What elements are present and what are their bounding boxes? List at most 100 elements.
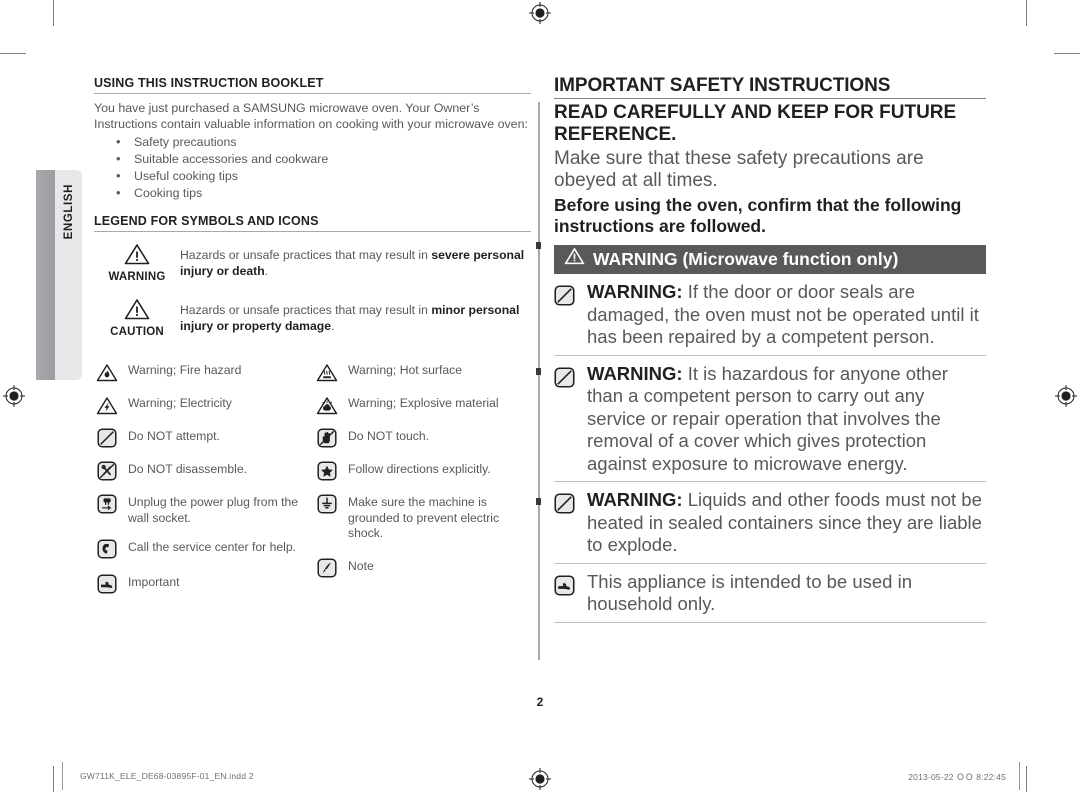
fire-hazard-icon [94, 360, 120, 384]
footer-filename: GW711K_ELE_DE68-03895F-01_EN.indd 2 [80, 771, 254, 781]
important-hand-icon [554, 571, 580, 601]
list-item: Warning; Fire hazard [94, 360, 314, 384]
warning-item: WARNING: If the door or door seals are d… [554, 274, 986, 356]
list-item: Suitable accessories and cookware [116, 150, 534, 168]
do-not-disassemble-icon [94, 459, 120, 483]
page-number: 2 [536, 695, 544, 709]
list-item: Do NOT touch. [314, 426, 529, 450]
unplug-power-icon [94, 492, 120, 516]
legend-text-warning: Hazards or unsafe practices that may res… [180, 242, 534, 279]
column-divider [538, 102, 540, 660]
call-service-center-icon [94, 537, 120, 561]
legend-text-tail: . [331, 318, 335, 333]
warning-item-body: This appliance is intended to be used in… [587, 570, 912, 615]
list-item: Useful cooking tips [116, 167, 534, 185]
legend-key-label: CAUTION [110, 326, 164, 338]
electricity-hazard-icon [94, 393, 120, 417]
warning-triangle-icon [124, 244, 150, 269]
legend-key-warning: WARNING [94, 242, 180, 283]
language-tab-label-wrap: ENGLISH [55, 170, 82, 380]
list-item: Cooking tips [116, 184, 534, 202]
warning-item-text: WARNING: It is hazardous for anyone othe… [580, 363, 986, 476]
do-not-attempt-icon [554, 489, 580, 519]
column-divider-tick [536, 498, 541, 505]
list-item: Make sure the machine is grounded to pre… [314, 492, 529, 542]
symbol-label: Call the service center for help. [128, 540, 296, 554]
crop-mark-bottom-left-vertical [53, 766, 54, 792]
registration-mark-left [3, 385, 25, 407]
list-item: Call the service center for help. [94, 537, 314, 561]
list-item: Important [94, 572, 314, 596]
do-not-attempt-icon [554, 281, 580, 311]
list-item: Follow directions explicitly. [314, 459, 529, 483]
symbol-icon-column-left: Warning; Fire hazard Warning; Electricit… [94, 360, 314, 605]
warning-banner-label: WARNING (Microwave function only) [593, 249, 899, 269]
intro-paragraph: You have just purchased a SAMSUNG microw… [94, 101, 528, 131]
list-item: Do NOT attempt. [94, 426, 314, 450]
legend-key-label: WARNING [108, 271, 166, 283]
list-item: Do NOT disassemble. [94, 459, 314, 483]
page-title: IMPORTANT SAFETY INSTRUCTIONS [554, 74, 986, 99]
legend-text-caution: Hazards or unsafe practices that may res… [180, 297, 534, 334]
symbol-label: Warning; Electricity [128, 396, 232, 410]
safety-confirm-text: Before using the oven, confirm that the … [554, 195, 962, 236]
warning-item-text: This appliance is intended to be used in… [580, 571, 986, 616]
legend-row-caution: CAUTION Hazards or unsafe practices that… [94, 297, 534, 338]
crop-mark-top-left-vertical [53, 0, 54, 26]
crop-mark-top-left-horizontal [0, 53, 26, 54]
follow-directions-icon [314, 459, 340, 483]
list-item: Warning; Explosive material [314, 393, 529, 417]
symbol-label: Do NOT disassemble. [128, 462, 247, 476]
column-divider-tick [536, 242, 541, 249]
symbol-label: Warning; Fire hazard [128, 363, 242, 377]
registration-mark-top [529, 2, 551, 24]
crop-mark-top-right-vertical [1026, 0, 1027, 26]
symbol-label: Make sure the machine is grounded to pre… [348, 495, 500, 540]
symbol-icon-grid: Warning; Fire hazard Warning; Electricit… [94, 360, 534, 605]
note-pen-icon [314, 556, 340, 580]
symbol-label: Important [128, 575, 180, 589]
crop-mark-top-right-horizontal [1054, 53, 1080, 54]
footer-rule-left [62, 762, 63, 790]
warning-item-text: WARNING: Liquids and other foods must no… [580, 489, 986, 557]
do-not-attempt-icon [554, 363, 580, 393]
explosive-material-icon [314, 393, 340, 417]
symbol-label: Do NOT attempt. [128, 429, 220, 443]
legend-row-warning: WARNING Hazards or unsafe practices that… [94, 242, 534, 283]
legend-key-caution: CAUTION [94, 297, 180, 338]
warning-item: This appliance is intended to be used in… [554, 564, 986, 623]
left-column: USING THIS INSTRUCTION BOOKLET You have … [94, 76, 534, 605]
registration-mark-bottom [529, 768, 551, 790]
language-tab-label: ENGLISH [62, 184, 75, 240]
section-heading-legend: LEGEND FOR SYMBOLS AND ICONS [94, 214, 531, 232]
warning-banner: WARNING (Microwave function only) [554, 245, 986, 274]
section-heading-using-booklet: USING THIS INSTRUCTION BOOKLET [94, 76, 531, 94]
legend-text-plain: Hazards or unsafe practices that may res… [180, 303, 432, 317]
booklet-contents-list: Safety precautions Suitable accessories … [94, 133, 534, 202]
right-column: IMPORTANT SAFETY INSTRUCTIONS READ CAREF… [554, 74, 986, 623]
list-item: Safety precautions [116, 133, 534, 151]
page-subtitle: READ CAREFULLY AND KEEP FOR FUTURE REFER… [554, 102, 957, 145]
language-tab-shadow [36, 170, 55, 380]
legend-text-tail: . [264, 263, 269, 278]
symbol-icon-column-right: Warning; Hot surface Warning; Explosive … [314, 360, 529, 605]
warning-item: WARNING: It is hazardous for anyone othe… [554, 356, 986, 482]
warning-item-text: WARNING: If the door or door seals are d… [580, 281, 986, 349]
symbol-label: Follow directions explicitly. [348, 462, 491, 476]
symbol-label: Warning; Explosive material [348, 396, 499, 410]
symbol-label: Warning; Hot surface [348, 363, 463, 377]
safety-intro-text: Make sure that these safety precautions … [554, 148, 924, 191]
symbol-label: Note [348, 558, 374, 573]
symbol-label: Do NOT touch. [348, 429, 430, 443]
footer-rule-right [1019, 762, 1020, 790]
important-hand-icon [94, 572, 120, 596]
footer-timestamp: 2013-05-22 ＯＯ 8:22:45 [908, 772, 1006, 782]
warning-triangle-icon [564, 246, 585, 272]
grounding-icon [314, 492, 340, 516]
warning-item-lead: WARNING: [587, 489, 683, 510]
language-tab-english: ENGLISH [36, 170, 82, 380]
warning-item: WARNING: Liquids and other foods must no… [554, 482, 986, 564]
manual-page: ENGLISH USING THIS INSTRUCTION BOOKLET Y… [36, 30, 1044, 760]
crop-mark-bottom-right-vertical [1026, 766, 1027, 792]
do-not-touch-icon [314, 426, 340, 450]
